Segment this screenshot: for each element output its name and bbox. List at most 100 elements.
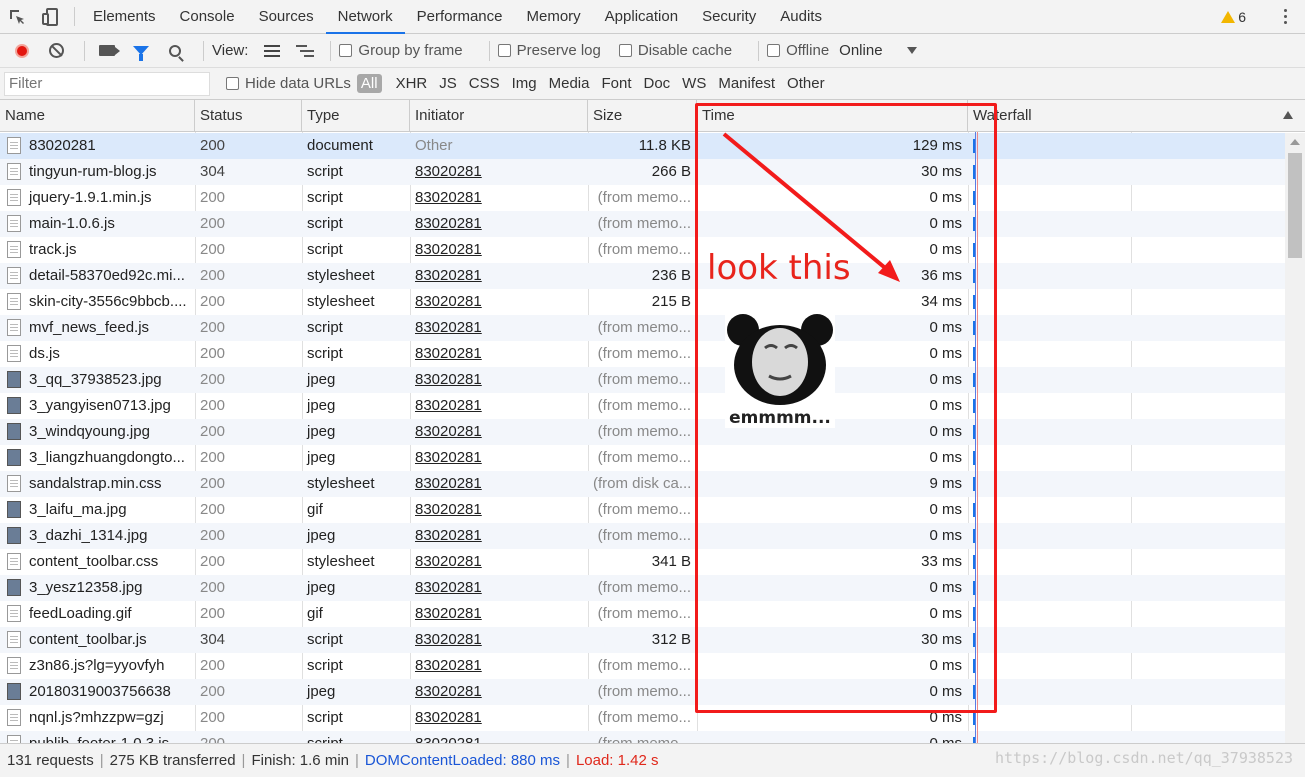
cell-initiator[interactable]: 83020281	[410, 575, 588, 601]
tab-application[interactable]: Application	[593, 0, 690, 33]
offline-checkbox[interactable]: Offline	[767, 42, 829, 59]
preserve-log-checkbox[interactable]: Preserve log	[497, 42, 601, 59]
table-row[interactable]: mvf_news_feed.js 200 script 83020281 (from m…	[0, 315, 1285, 341]
cell-initiator[interactable]: 83020281	[410, 341, 588, 367]
column-initiator[interactable]: Initiator	[410, 100, 588, 131]
cell-initiator[interactable]: 83020281	[410, 263, 588, 289]
inspect-element-icon[interactable]	[0, 0, 34, 33]
table-row[interactable]: 3_laifu_ma.jpg 200 gif 83020281 (from memo..…	[0, 497, 1285, 523]
table-row[interactable]: ds.js 200 script 83020281 (from memo... 0 ms	[0, 341, 1285, 367]
cell-initiator[interactable]: 83020281	[410, 705, 588, 731]
column-size[interactable]: Size	[588, 100, 697, 131]
cell-initiator[interactable]: 83020281	[410, 289, 588, 315]
table-row[interactable]: 20180319003756638 200 jpeg 83020281 (from me…	[0, 679, 1285, 705]
chevron-down-icon[interactable]	[906, 47, 917, 54]
filter-all-button[interactable]: All	[356, 74, 382, 93]
table-row[interactable]: nqnl.js?mhzzpw=gzj 200 script 83020281 (from…	[0, 705, 1285, 731]
table-row[interactable]: skin-city-3556c9bbcb.... 200 stylesheet 830…	[0, 289, 1285, 315]
filter-ws[interactable]: WS	[682, 75, 706, 92]
cell-initiator[interactable]: 83020281	[410, 653, 588, 679]
more-options-icon[interactable]	[1275, 9, 1295, 24]
table-row[interactable]: 3_qq_37938523.jpg 200 jpeg 83020281 (from me…	[0, 367, 1285, 393]
search-button[interactable]	[161, 38, 189, 64]
table-row[interactable]: content_toolbar.js 304 script 83020281 312 B…	[0, 627, 1285, 653]
record-button[interactable]	[8, 38, 36, 64]
table-row[interactable]: feedLoading.gif 200 gif 83020281 (from memo.…	[0, 601, 1285, 627]
cell-initiator[interactable]: 83020281	[410, 627, 588, 653]
filter-other[interactable]: Other	[787, 75, 825, 92]
cell-initiator[interactable]: 83020281	[410, 185, 588, 211]
cell-initiator[interactable]: 83020281	[410, 497, 588, 523]
cell-initiator[interactable]: 83020281	[410, 679, 588, 705]
tab-elements[interactable]: Elements	[81, 0, 168, 33]
cell-initiator[interactable]: 83020281	[410, 237, 588, 263]
group-by-frame-checkbox[interactable]: Group by frame	[339, 42, 463, 59]
large-rows-icon[interactable]	[264, 44, 281, 57]
table-row[interactable]: sandalstrap.min.css 200 stylesheet 83020281…	[0, 471, 1285, 497]
table-row[interactable]: 3_liangzhuangdongto... 200 jpeg 83020281 (fr…	[0, 445, 1285, 471]
cell-initiator[interactable]: 83020281	[410, 211, 588, 237]
table-row[interactable]: jquery-1.9.1.min.js 200 script 83020281 (fro…	[0, 185, 1285, 211]
overview-icon[interactable]	[296, 44, 315, 57]
table-row[interactable]: track.js 200 script 83020281 (from memo... 0 …	[0, 237, 1285, 263]
column-status[interactable]: Status	[195, 100, 302, 131]
tab-memory[interactable]: Memory	[515, 0, 593, 33]
filter-css[interactable]: CSS	[469, 75, 500, 92]
filter-img[interactable]: Img	[512, 75, 537, 92]
warnings-counter[interactable]: 6	[1221, 9, 1246, 25]
cell-initiator[interactable]: 83020281	[410, 523, 588, 549]
table-row[interactable]: z3n86.js?lg=yyovfyh 200 script 83020281 (fro…	[0, 653, 1285, 679]
column-name[interactable]: Name	[0, 100, 195, 131]
device-toolbar-icon[interactable]	[34, 0, 68, 33]
cell-initiator[interactable]: 83020281	[410, 731, 588, 743]
summary-separator: |	[355, 752, 359, 769]
table-row[interactable]: 3_yangyisen0713.jpg 200 jpeg 83020281 (from …	[0, 393, 1285, 419]
column-waterfall[interactable]: Waterfall	[968, 100, 1305, 131]
tab-audits[interactable]: Audits	[768, 0, 834, 33]
filter-doc[interactable]: Doc	[643, 75, 670, 92]
filter-input[interactable]	[4, 71, 210, 96]
tab-performance[interactable]: Performance	[405, 0, 515, 33]
table-row[interactable]: detail-58370ed92c.mi... 200 stylesheet 8302…	[0, 263, 1285, 289]
filter-media[interactable]: Media	[549, 75, 590, 92]
cell-initiator[interactable]: 83020281	[410, 393, 588, 419]
scrollbar-thumb[interactable]	[1288, 153, 1302, 258]
cell-initiator[interactable]: 83020281	[410, 315, 588, 341]
cell-initiator[interactable]: Other	[410, 133, 588, 159]
scroll-up-arrow-icon[interactable]	[1290, 139, 1300, 145]
table-row[interactable]: publib_footer-1.0.3.js200script83020281(…	[0, 731, 1285, 743]
tab-security[interactable]: Security	[690, 0, 768, 33]
tab-console[interactable]: Console	[168, 0, 247, 33]
cell-initiator[interactable]: 83020281	[410, 549, 588, 575]
hide-data-urls-checkbox[interactable]: Hide data URLs	[226, 75, 351, 92]
table-row[interactable]: content_toolbar.css 200 stylesheet 83020281…	[0, 549, 1285, 575]
tab-network[interactable]: Network	[325, 0, 405, 34]
table-scrollbar[interactable]	[1285, 133, 1305, 743]
disable-cache-checkbox[interactable]: Disable cache	[618, 42, 732, 59]
capture-screenshots-button[interactable]	[93, 38, 121, 64]
table-row[interactable]: main-1.0.6.js 200 script 83020281 (from memo…	[0, 211, 1285, 237]
filter-xhr[interactable]: XHR	[396, 75, 428, 92]
filter-js[interactable]: JS	[439, 75, 457, 92]
cell-initiator[interactable]: 83020281	[410, 159, 588, 185]
table-row[interactable]: 3_yesz12358.jpg 200 jpeg 83020281 (from memo…	[0, 575, 1285, 601]
table-row[interactable]: 83020281 200 document Other 11.8 KB 129 ms	[0, 133, 1285, 159]
filter-manifest[interactable]: Manifest	[718, 75, 775, 92]
clear-button[interactable]	[42, 38, 70, 64]
cell-initiator[interactable]: 83020281	[410, 601, 588, 627]
cell-initiator[interactable]: 83020281	[410, 471, 588, 497]
column-type[interactable]: Type	[302, 100, 410, 131]
table-row[interactable]: 3_windqyoung.jpg 200 jpeg 83020281 (from mem…	[0, 419, 1285, 445]
throttling-select[interactable]: Online	[839, 42, 882, 59]
camera-icon	[99, 45, 120, 56]
filter-toggle-button[interactable]	[127, 38, 155, 64]
sort-ascending-icon[interactable]	[1283, 111, 1293, 119]
table-row[interactable]: 3_dazhi_1314.jpg 200 jpeg 83020281 (from mem…	[0, 523, 1285, 549]
table-row[interactable]: tingyun-rum-blog.js 304 script 83020281 266 …	[0, 159, 1285, 185]
tab-sources[interactable]: Sources	[247, 0, 326, 33]
cell-status: 200	[200, 371, 226, 388]
cell-initiator[interactable]: 83020281	[410, 419, 588, 445]
cell-initiator[interactable]: 83020281	[410, 445, 588, 471]
filter-font[interactable]: Font	[601, 75, 631, 92]
cell-initiator[interactable]: 83020281	[410, 367, 588, 393]
